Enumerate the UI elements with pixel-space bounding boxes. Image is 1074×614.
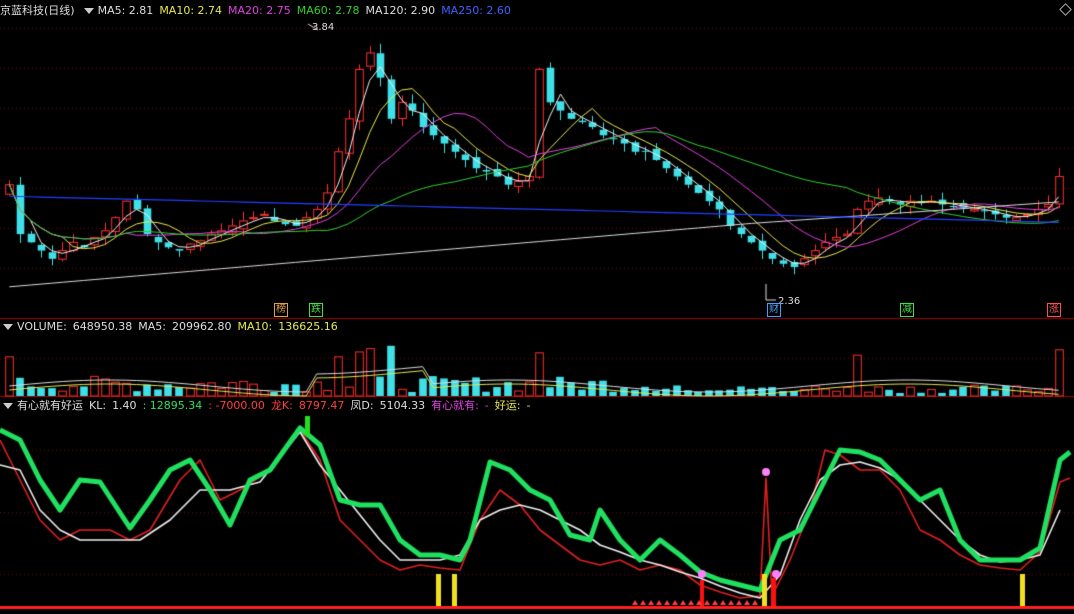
ma-legend-ma20: MA20: 2.75: [228, 4, 291, 17]
kl-value: 1.40: [112, 399, 137, 412]
k-label: 龙K: [270, 399, 290, 412]
t2-label: 好运: [494, 399, 517, 412]
indicator-panel-header: 有心就有好运 KL: 1.40 : 12895.34 : -7000.00 龙K…: [0, 398, 536, 414]
ma-legend-ma5: MA5: 2.81: [97, 4, 154, 17]
event-tag[interactable]: 减: [900, 303, 914, 317]
ma-legend-ma120: MA120: 2.90: [365, 4, 436, 17]
vol-ma10-value: 136625.16: [278, 320, 338, 333]
stock-title: 京蓝科技(日线): [0, 4, 75, 17]
volume-value: 648950.38: [72, 320, 133, 333]
vol-ma5-label: MA5: [138, 320, 163, 333]
indicator-name: 有心就有好运: [17, 399, 83, 412]
event-tag[interactable]: 跌: [309, 303, 323, 317]
ma-legend-ma60: MA60: 2.78: [296, 4, 360, 17]
t1-label: 有心就有: [431, 399, 476, 412]
price-panel-header: 京蓝科技(日线) MA5: 2.81 MA10: 2.74 MA20: 2.75 MA…: [0, 3, 523, 19]
dropdown-icon[interactable]: [3, 403, 13, 409]
event-tag[interactable]: 涨: [1047, 303, 1061, 317]
volume-panel-header: VOLUME: 648950.38 MA5: 209962.80 MA10: 1…: [0, 319, 344, 335]
d-value: 5104.33: [379, 399, 426, 412]
dropdown-icon[interactable]: [3, 324, 13, 330]
value-2: : -7000.00: [208, 399, 265, 412]
low-price-label: 2.36: [778, 296, 801, 307]
ma-legend-ma10: MA10: 2.74: [159, 4, 223, 17]
d-label: 凤D: [350, 399, 370, 412]
ma-legend-ma250: MA250: 2.60: [441, 4, 511, 17]
t1-value: -: [484, 399, 489, 412]
vol-ma10-label: MA10: [237, 320, 269, 333]
dropdown-icon[interactable]: [83, 8, 94, 14]
event-tag[interactable]: 榜: [274, 303, 288, 317]
ma-legend: MA5: 2.81 MA10: 2.74 MA20: 2.75 MA60: 2.78 M…: [98, 3, 517, 19]
kl-label: KL: [89, 399, 103, 412]
value-1: : 12895.34: [142, 399, 203, 412]
high-price-label: 3.84: [312, 22, 335, 33]
k-value: 8797.47: [298, 399, 345, 412]
vol-ma5-value: 209962.80: [172, 320, 232, 333]
t2-value: -: [526, 399, 531, 412]
volume-label: VOLUME: [17, 320, 64, 333]
event-tag[interactable]: 财: [767, 303, 781, 317]
